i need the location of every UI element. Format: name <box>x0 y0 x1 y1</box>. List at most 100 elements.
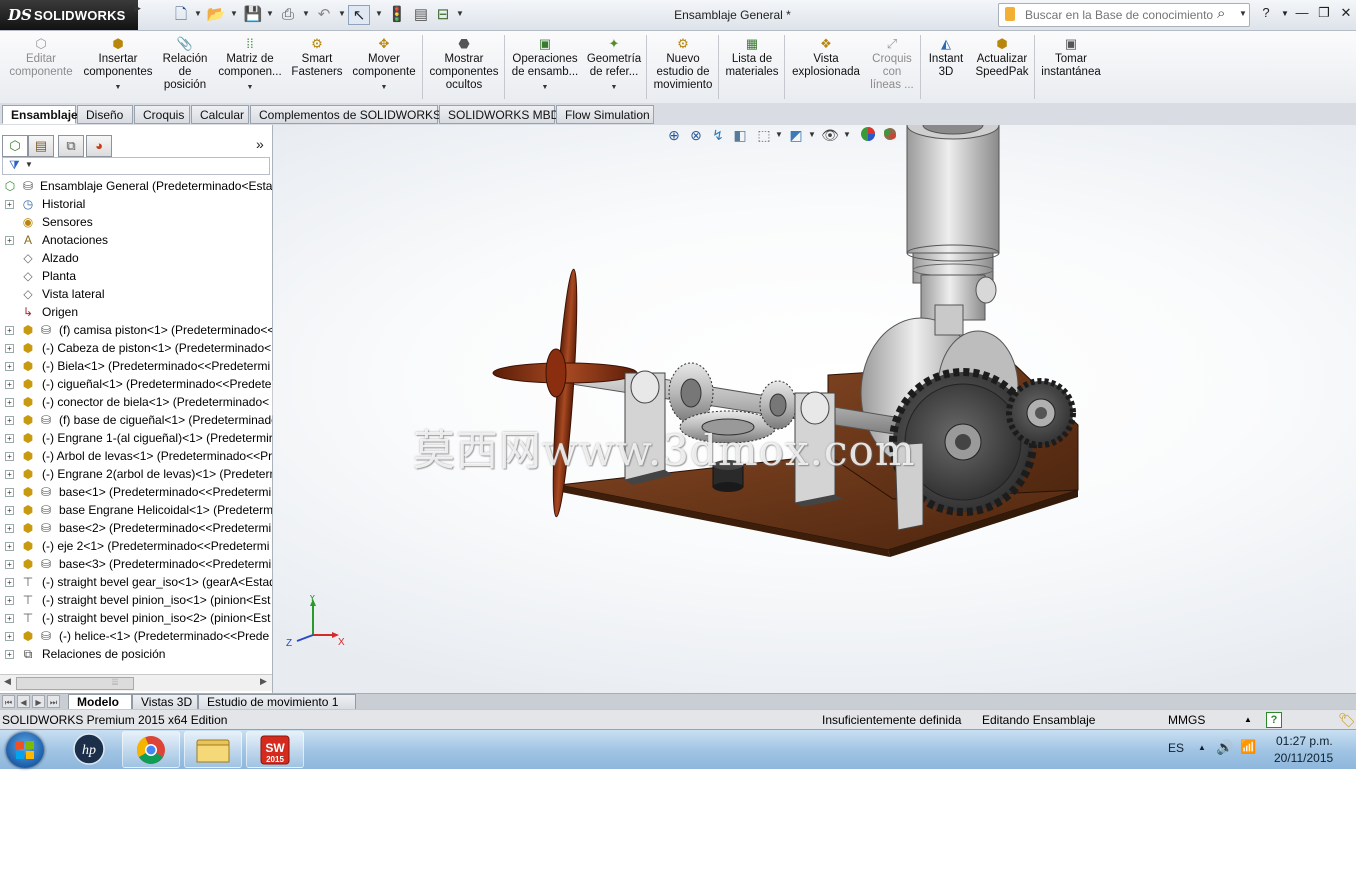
print-icon[interactable]: ⎙ <box>277 5 299 25</box>
tree-item[interactable]: + ⬢ ⛁ base<1> (Predeterminado<<Predetermi <box>0 483 272 501</box>
tree-item[interactable]: + ⬢ (-) Engrane 1-(al cigueñal)<1> (Predet… <box>0 429 272 447</box>
options-icon[interactable]: ⊟ <box>432 5 454 25</box>
chevron-down-icon[interactable]: ▼ <box>230 9 238 18</box>
smart-fasteners-button[interactable]: ⚙ Smart Fasteners <box>288 37 346 79</box>
volume-icon[interactable]: 🔊 <box>1216 739 1233 756</box>
tree-item[interactable]: + ⬢ ⛁ (-) helice-<1> (Predeterminado<<Prede <box>0 627 272 645</box>
tree-item[interactable]: + ⬢ (-) Cabeza de piston<1> (Predeterminad… <box>0 339 272 357</box>
tree-item[interactable]: + ⬢ (-) cigueñal<1> (Predeterminado<<Prede… <box>0 375 272 393</box>
show-hidden-components-button[interactable]: ⬣ Mostrar componentes ocultos <box>426 37 502 92</box>
bill-of-materials-button[interactable]: ▦ Lista de materiales <box>722 37 782 79</box>
tab-model[interactable]: Modelo <box>68 694 132 710</box>
tab-motion-study[interactable]: Estudio de movimiento 1 <box>198 694 356 710</box>
tab-assembly[interactable]: Ensamblaje <box>2 105 78 124</box>
minimize-button[interactable]: — <box>1292 5 1312 23</box>
knowledge-base-search[interactable]: ⌕ ▼ <box>998 3 1250 27</box>
search-icon[interactable]: ⌕ <box>1217 5 1225 22</box>
chevron-down-icon[interactable]: ▼ <box>214 81 286 94</box>
expand-node-icon[interactable]: + <box>5 614 14 623</box>
chevron-down-icon[interactable]: ▼ <box>194 9 202 18</box>
tree-item[interactable]: + ⬢ (-) Engrane 2(arbol de levas)<1> (Pred… <box>0 465 272 483</box>
chevron-down-icon[interactable]: ▼ <box>1239 9 1247 18</box>
filter-icon[interactable]: ⧩ <box>9 158 20 173</box>
tab-addins[interactable]: Complementos de SOLIDWORKS <box>250 105 441 124</box>
update-speedpak-button[interactable]: ⬢ Actualizar SpeedPak <box>972 37 1032 79</box>
tree-item[interactable]: + ⧉ Relaciones de posición <box>0 645 272 663</box>
expand-node-icon[interactable]: + <box>5 560 14 569</box>
edit-component-button[interactable]: ⬡ Editar componente <box>4 37 78 79</box>
expand-node-icon[interactable]: + <box>5 200 14 209</box>
first-tab-icon[interactable]: ⏮ <box>2 695 15 708</box>
feature-tree-tab-icon[interactable]: ⬡ <box>2 135 28 157</box>
chevron-up-icon[interactable]: ▲ <box>1244 710 1252 730</box>
taskbar-app-hp[interactable]: hp <box>60 731 118 768</box>
help-icon[interactable]: ? <box>1256 5 1276 23</box>
tree-item[interactable]: ◇ Vista lateral <box>0 285 272 303</box>
mate-button[interactable]: 📎 Relación de posición <box>157 37 213 92</box>
expand-node-icon[interactable]: + <box>5 506 14 515</box>
expand-node-icon[interactable]: + <box>5 524 14 533</box>
chevron-down-icon[interactable]: ▼ <box>266 9 274 18</box>
chevron-down-icon[interactable]: ▼ <box>80 81 156 94</box>
chevron-down-icon[interactable]: ▼ <box>375 9 383 18</box>
chevron-down-icon[interactable]: ▼ <box>348 81 420 94</box>
tree-item[interactable]: ◇ Alzado <box>0 249 272 267</box>
display-manager-tab-icon[interactable]: ◕ <box>86 135 112 157</box>
exploded-view-button[interactable]: ❖ Vista explosionada <box>788 37 864 79</box>
prev-tab-icon[interactable]: ◀ <box>17 695 30 708</box>
taskbar-app-explorer[interactable] <box>184 731 242 768</box>
instant-3d-button[interactable]: ◭ Instant 3D <box>922 37 970 79</box>
tab-layout[interactable]: Diseño <box>77 105 133 124</box>
expand-node-icon[interactable]: + <box>5 470 14 479</box>
last-tab-icon[interactable]: ⏭ <box>47 695 60 708</box>
file-properties-icon[interactable]: ▤ <box>410 5 432 25</box>
tab-flow-simulation[interactable]: Flow Simulation <box>556 105 654 124</box>
tab-sketch[interactable]: Croquis <box>134 105 190 124</box>
tree-item[interactable]: + ⬢ (-) eje 2<1> (Predeterminado<<Predeter… <box>0 537 272 555</box>
explode-line-sketch-button[interactable]: ⤢ Croquis con líneas ... <box>866 37 918 92</box>
clock-time[interactable]: 01:27 p.m. <box>1276 734 1333 748</box>
configuration-manager-tab-icon[interactable]: ⧉ <box>58 135 84 157</box>
new-motion-study-button[interactable]: ⚙ Nuevo estudio de movimiento <box>650 37 716 92</box>
taskbar-app-chrome[interactable] <box>122 731 180 768</box>
expand-node-icon[interactable]: + <box>5 452 14 461</box>
tree-item[interactable]: + ⊤ (-) straight bevel gear_iso<1> (gearA<… <box>0 573 272 591</box>
show-hidden-icons-icon[interactable]: ▲ <box>1198 743 1206 752</box>
save-icon[interactable]: 💾 <box>242 5 264 25</box>
select-icon[interactable]: ↖ <box>348 5 370 25</box>
spur-gear-2[interactable] <box>1006 378 1076 448</box>
start-button[interactable] <box>6 732 44 768</box>
component-pattern-button[interactable]: ⁞⁞ Matriz de componen... ▼ <box>214 37 286 94</box>
tree-item[interactable]: + A Anotaciones <box>0 231 272 249</box>
tree-item[interactable]: + ⬢ ⛁ base Engrane Helicoidal<1> (Predeterm <box>0 501 272 519</box>
expand-node-icon[interactable]: + <box>5 542 14 551</box>
chevron-down-icon[interactable]: ▼ <box>456 9 464 18</box>
chevron-down-icon[interactable]: ▼ <box>302 9 310 18</box>
assembly-3d-model[interactable] <box>273 125 1356 693</box>
taskbar-app-solidworks[interactable]: SW 2015 <box>246 731 304 768</box>
expand-node-icon[interactable]: + <box>5 434 14 443</box>
quick-tips-icon[interactable]: ? <box>1266 712 1282 728</box>
expand-node-icon[interactable]: + <box>5 344 14 353</box>
chevron-down-icon[interactable]: ▼ <box>584 81 644 94</box>
assembly-features-button[interactable]: ▣ Operaciones de ensamb... ▼ <box>508 37 582 94</box>
tree-item[interactable]: + ⬢ ⛁ base<2> (Predeterminado<<Predetermi <box>0 519 272 537</box>
expand-node-icon[interactable]: + <box>5 632 14 641</box>
reference-geometry-button[interactable]: ✦ Geometría de refer... ▼ <box>584 37 644 94</box>
menu-expand-arrow-icon[interactable]: ▶ <box>134 3 142 27</box>
expand-panel-icon[interactable]: » <box>256 136 264 152</box>
expand-node-icon[interactable]: + <box>5 650 14 659</box>
expand-node-icon[interactable]: + <box>5 578 14 587</box>
cylinder-liner[interactable] <box>906 125 1000 321</box>
chevron-down-icon[interactable]: ▼ <box>25 160 33 169</box>
expand-node-icon[interactable]: + <box>5 362 14 371</box>
tree-item[interactable]: + ⊤ (-) straight bevel pinion_iso<1> (pini… <box>0 591 272 609</box>
tree-item[interactable]: ◉ Sensores <box>0 213 272 231</box>
expand-node-icon[interactable]: + <box>5 236 14 245</box>
expand-node-icon[interactable]: + <box>5 596 14 605</box>
tree-item[interactable]: + ⬢ ⛁ (f) base de cigueñal<1> (Predetermina… <box>0 411 272 429</box>
tree-item[interactable]: + ⬢ (-) Arbol de levas<1> (Predeterminado<… <box>0 447 272 465</box>
scroll-left-icon[interactable]: ◀ <box>4 676 11 687</box>
undo-icon[interactable]: ↶ <box>313 5 335 25</box>
expand-node-icon[interactable]: + <box>5 326 14 335</box>
